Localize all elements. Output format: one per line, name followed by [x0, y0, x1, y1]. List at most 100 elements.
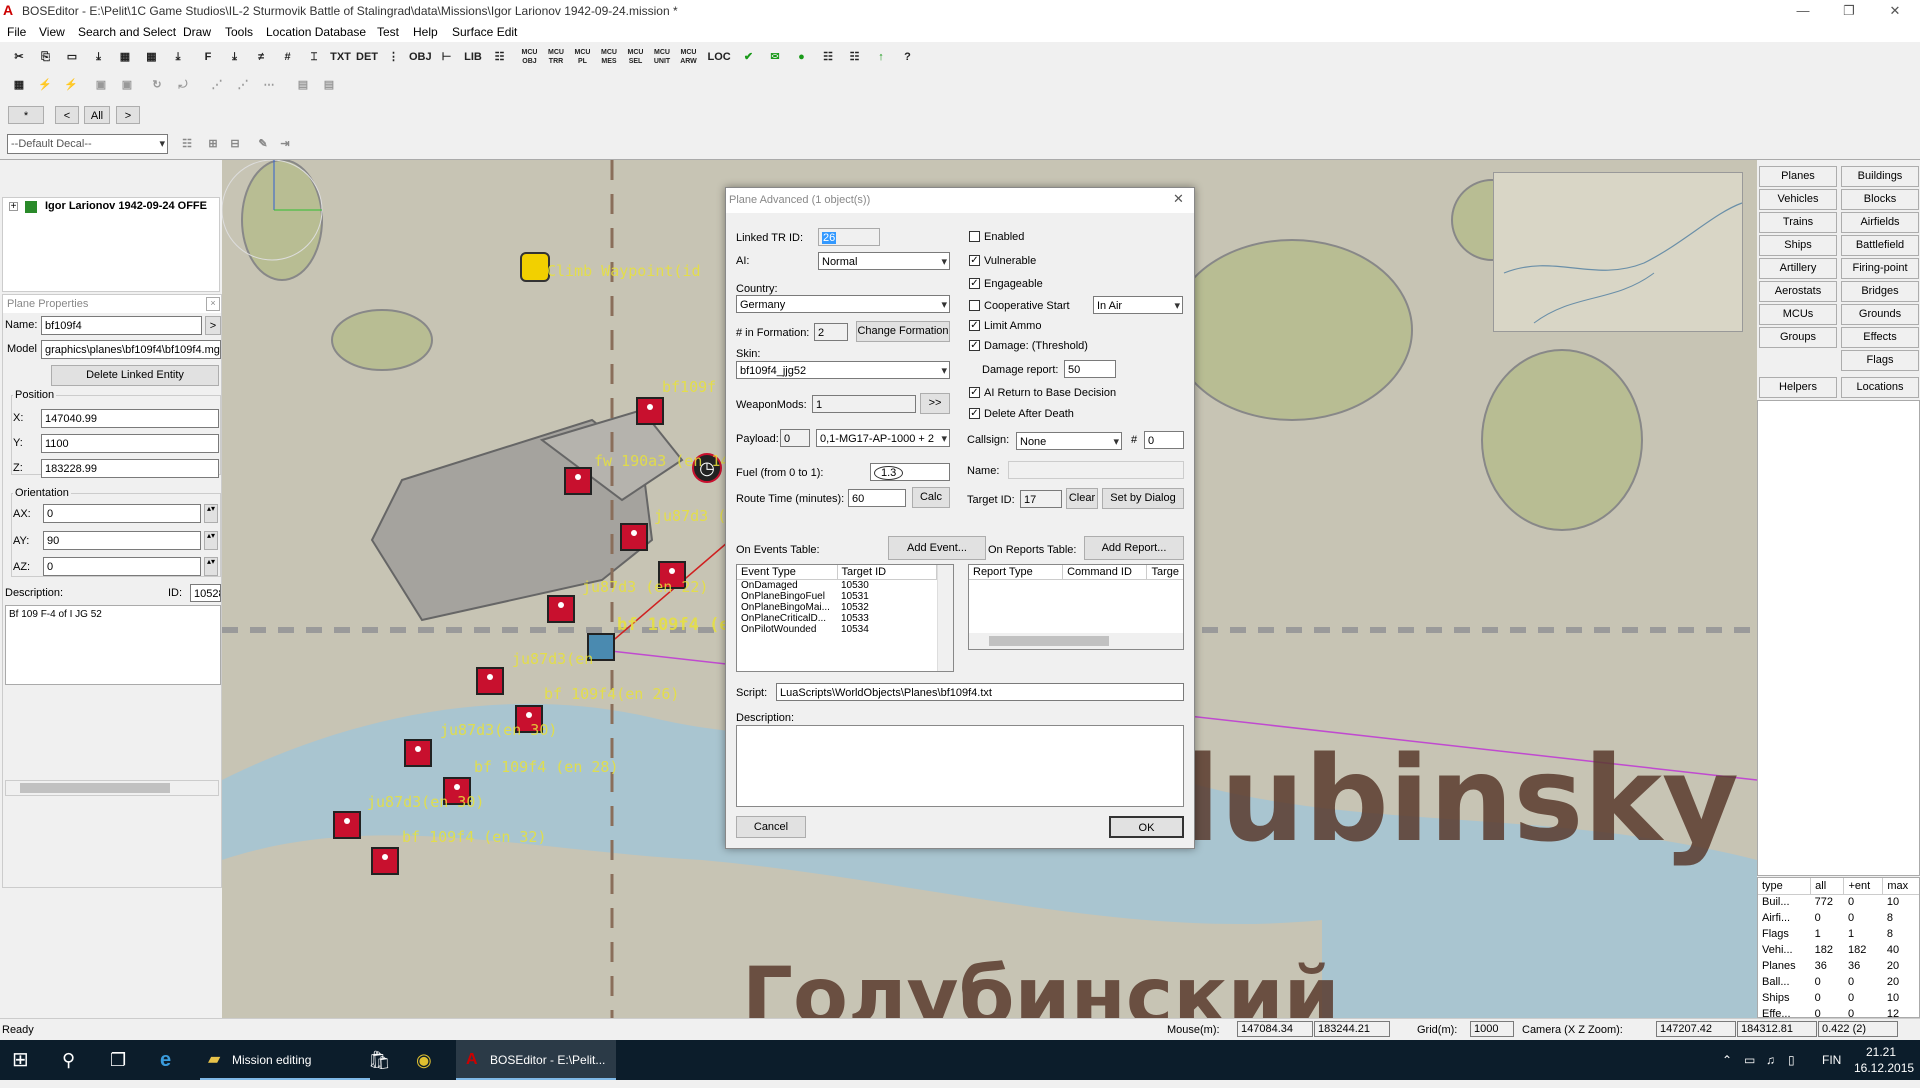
check-icon[interactable]: ✔ [738, 46, 760, 68]
category-groups-button[interactable]: Groups [1759, 327, 1837, 348]
category-locations-button[interactable]: Locations [1841, 377, 1919, 398]
ruler-icon[interactable]: ☷ [817, 46, 839, 68]
category-vehicles-button[interactable]: Vehicles [1759, 189, 1837, 210]
wand2-icon[interactable]: ⚡ [60, 74, 82, 96]
mcu-sel-icon[interactable]: MCU SEL [625, 46, 647, 68]
decal-remove-icon[interactable]: ⊟ [224, 133, 246, 155]
formation-field[interactable]: 2 [814, 323, 848, 341]
category-trains-button[interactable]: Trains [1759, 212, 1837, 233]
menu-surface-edit[interactable]: Surface Edit [452, 25, 517, 39]
language-indicator[interactable]: FIN [1822, 1040, 1841, 1080]
decal-list-icon[interactable]: ☷ [176, 133, 198, 155]
coop-mode-select[interactable]: In Air [1093, 296, 1183, 314]
mcu-arw-icon[interactable]: MCU ARW [678, 46, 700, 68]
menu-search[interactable]: Search and Select [78, 25, 176, 39]
callsign-select[interactable]: None [1016, 432, 1122, 450]
az-spinner[interactable]: ▴▾ [204, 557, 218, 576]
linked-tr-field[interactable]: 26 [818, 228, 880, 246]
delete-linked-entity-button[interactable]: Delete Linked Entity [51, 365, 219, 386]
category-firing-point-button[interactable]: Firing-point [1841, 258, 1919, 279]
text-box-icon[interactable]: ⌶ [303, 46, 325, 68]
ay-field[interactable]: 90 [43, 531, 201, 550]
menu-file[interactable]: File [7, 25, 26, 39]
table-row[interactable]: OnPilotWounded 10534 [737, 624, 937, 635]
maximize-button[interactable]: ❐ [1826, 0, 1872, 22]
target-id-field[interactable]: 17 [1020, 490, 1062, 508]
volume-icon[interactable]: ♫ [1766, 1040, 1775, 1080]
category-ships-button[interactable]: Ships [1759, 235, 1837, 256]
climb-waypoint-icon[interactable] [520, 252, 550, 282]
battery-icon[interactable]: ▯ [1788, 1040, 1795, 1080]
events-header-target[interactable]: Target ID [837, 565, 937, 580]
ay-spinner[interactable]: ▴▾ [204, 531, 218, 550]
reports-scroll-thumb[interactable] [989, 636, 1109, 646]
eraser-icon[interactable]: ⇥ [274, 133, 296, 155]
table-row[interactable]: OnPlaneBingoFuel 10531 [737, 591, 937, 602]
stats-header-cell[interactable]: +ent [1843, 878, 1884, 895]
stats-header-cell[interactable]: max [1882, 878, 1919, 895]
ratio-icon[interactable]: ≠ [250, 46, 272, 68]
path2-icon[interactable]: ⋰ [232, 74, 254, 96]
name-more-button[interactable]: > [205, 316, 221, 335]
taskbar-item-mission-editing[interactable]: ▰ Mission editing [200, 1040, 370, 1080]
object-list[interactable] [1757, 400, 1920, 876]
menu-location-database[interactable]: Location Database [266, 25, 366, 39]
wand-icon[interactable]: ⚡ [34, 74, 56, 96]
tray-chevron-icon[interactable]: ⌃ [1722, 1040, 1732, 1080]
plane-icon-11[interactable] [371, 847, 399, 875]
lock2-icon[interactable]: ▤ [318, 74, 340, 96]
decal-add-icon[interactable]: ⊞ [202, 133, 224, 155]
payload-select[interactable]: 0,1-MG17-AP-1000 + 2 [816, 429, 950, 447]
dialog-description-textarea[interactable] [736, 725, 1184, 807]
menu-view[interactable]: View [39, 25, 65, 39]
vertical-icon[interactable]: ⋮ [383, 46, 405, 68]
checker-icon[interactable]: ▦ [8, 74, 30, 96]
category-effects-button[interactable]: Effects [1841, 327, 1919, 348]
position-z-field[interactable]: 183228.99 [41, 459, 219, 478]
mcu-mes-icon[interactable]: MCU MES [598, 46, 620, 68]
damage-report-field[interactable]: 50 [1064, 360, 1116, 378]
damage-threshold-checkbox[interactable]: ✓ [969, 340, 980, 351]
category-flags-button[interactable]: Flags [1841, 350, 1919, 371]
enabled-checkbox[interactable] [969, 231, 980, 242]
weaponmods-field[interactable]: 1 [812, 395, 916, 413]
path-icon[interactable]: ⋰ [206, 74, 228, 96]
detail-icon[interactable]: DET [356, 46, 378, 68]
category-aerostats-button[interactable]: Aerostats [1759, 281, 1837, 302]
menu-test[interactable]: Test [377, 25, 399, 39]
panel-close-icon[interactable]: × [206, 297, 220, 311]
description-textarea[interactable]: Bf 109 F-4 of I JG 52 [5, 605, 221, 685]
search-icon[interactable]: ⚲ [62, 1040, 75, 1080]
set-by-dialog-button[interactable]: Set by Dialog [1102, 488, 1184, 509]
ax-field[interactable]: 0 [43, 504, 201, 523]
filter-star-button[interactable]: * [8, 106, 44, 124]
mcu-obj-icon[interactable]: MCU OBJ [519, 46, 541, 68]
table-row[interactable]: OnPlaneCriticalD... 10533 [737, 613, 937, 624]
table-row[interactable]: OnPlaneBingoMai... 10532 [737, 602, 937, 613]
plane-icon-6[interactable] [476, 667, 504, 695]
ai-return-checkbox[interactable]: ✓ [969, 387, 980, 398]
cut-icon[interactable]: ✂ [8, 46, 30, 68]
minimap[interactable] [1493, 172, 1743, 332]
list-icon[interactable]: ☷ [489, 46, 511, 68]
country-select[interactable]: Germany [736, 295, 950, 313]
brush-icon[interactable]: ✎ [252, 133, 274, 155]
status-icon[interactable]: ● [791, 46, 813, 68]
plane-icon-8[interactable] [404, 739, 432, 767]
route-time-field[interactable]: 60 [848, 489, 906, 507]
lock-icon[interactable]: ▤ [292, 74, 314, 96]
delete-after-death-checkbox[interactable]: ✓ [969, 408, 980, 419]
clock-date[interactable]: 16.12.2015 [1854, 1048, 1914, 1088]
payload-number-field[interactable]: 0 [780, 429, 810, 447]
task-view-icon[interactable]: ❐ [110, 1040, 126, 1080]
decal-select[interactable]: --Default Decal-- [7, 134, 168, 154]
library-icon[interactable]: LIB [462, 46, 484, 68]
tree-expand-icon[interactable]: + [9, 202, 18, 212]
grid-icon[interactable]: ▦ [114, 46, 136, 68]
reports-header-command[interactable]: Command ID [1062, 565, 1148, 580]
export-icon[interactable]: ⤓ [224, 46, 246, 68]
category-artillery-button[interactable]: Artillery [1759, 258, 1837, 279]
tree-root[interactable]: Igor Larionov 1942-09-24 OFFE [45, 200, 207, 212]
scrollbar-thumb[interactable] [20, 783, 170, 793]
picture2-icon[interactable]: ▣ [116, 74, 138, 96]
